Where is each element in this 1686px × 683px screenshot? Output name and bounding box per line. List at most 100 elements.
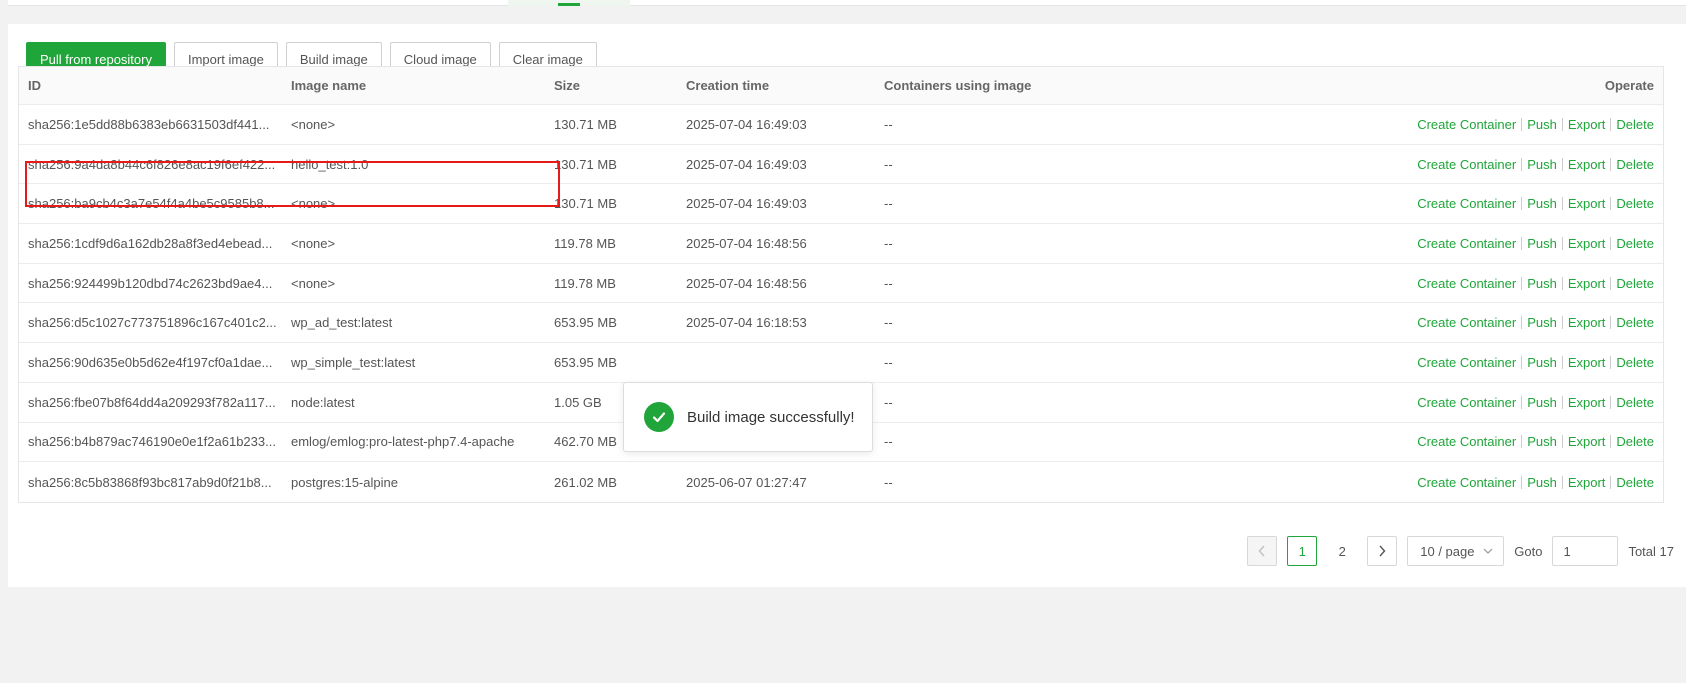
row-actions: Create Container Push Export Delete: [1417, 355, 1654, 370]
push-link[interactable]: Push: [1527, 276, 1557, 291]
push-link[interactable]: Push: [1527, 315, 1557, 330]
create-container-link[interactable]: Create Container: [1417, 395, 1516, 410]
image-size-cell: 653.95 MB: [554, 354, 617, 370]
image-id-cell: sha256:fbe07b8f64dd4a209293f782a117...: [28, 394, 276, 410]
action-divider: [1521, 355, 1523, 369]
export-link[interactable]: Export: [1568, 157, 1606, 172]
table-row: sha256:9a4da8b44c6f826e8ac19f6ef422... he…: [19, 145, 1663, 185]
create-container-link[interactable]: Create Container: [1417, 276, 1516, 291]
export-link[interactable]: Export: [1568, 276, 1606, 291]
create-container-link[interactable]: Create Container: [1417, 315, 1516, 330]
action-divider: [1610, 316, 1612, 330]
push-link[interactable]: Push: [1527, 117, 1557, 132]
next-page-button[interactable]: [1367, 536, 1398, 566]
image-id-cell: sha256:1e5dd88b6383eb6631503df441...: [28, 116, 270, 132]
image-size-cell: 119.78 MB: [554, 275, 616, 291]
creation-time-cell: 2025-07-04 16:49:03: [686, 116, 807, 132]
page-1-button[interactable]: 1: [1287, 536, 1318, 566]
action-divider: [1561, 475, 1563, 489]
create-container-link[interactable]: Create Container: [1417, 355, 1516, 370]
action-divider: [1521, 236, 1523, 250]
containers-cell: --: [884, 315, 893, 331]
delete-link[interactable]: Delete: [1616, 395, 1654, 410]
action-divider: [1610, 157, 1612, 171]
delete-link[interactable]: Delete: [1616, 157, 1654, 172]
page-size-select[interactable]: 10 / page: [1407, 536, 1505, 566]
action-divider: [1561, 157, 1563, 171]
chevron-down-icon: [1483, 548, 1493, 554]
action-divider: [1561, 316, 1563, 330]
action-divider: [1610, 197, 1612, 211]
delete-link[interactable]: Delete: [1616, 434, 1654, 449]
row-actions: Create Container Push Export Delete: [1417, 276, 1654, 291]
goto-page-input[interactable]: [1552, 536, 1619, 566]
operate-cell: Create Container Push Export Delete: [1175, 475, 1663, 490]
export-link[interactable]: Export: [1568, 475, 1606, 490]
action-divider: [1561, 276, 1563, 290]
push-link[interactable]: Push: [1527, 355, 1557, 370]
create-container-link[interactable]: Create Container: [1417, 196, 1516, 211]
containers-cell: --: [884, 156, 893, 172]
header-size: Size: [554, 78, 581, 93]
action-divider: [1610, 395, 1612, 409]
export-link[interactable]: Export: [1568, 196, 1606, 211]
action-divider: [1610, 276, 1612, 290]
delete-link[interactable]: Delete: [1616, 475, 1654, 490]
table-header: ID Image name Size Creation time Contain…: [19, 67, 1663, 105]
image-name-cell: <none>: [291, 116, 336, 132]
table-row: sha256:ba9cb4c3a7e54f4a4be5c9585b8... <no…: [19, 184, 1663, 225]
push-link[interactable]: Push: [1527, 157, 1557, 172]
containers-cell: --: [884, 116, 893, 132]
create-container-link[interactable]: Create Container: [1417, 475, 1516, 490]
header-id: ID: [28, 78, 41, 93]
push-link[interactable]: Push: [1527, 395, 1557, 410]
push-link[interactable]: Push: [1527, 196, 1557, 211]
push-link[interactable]: Push: [1527, 434, 1557, 449]
operate-cell: Create Container Push Export Delete: [1175, 157, 1663, 172]
push-link[interactable]: Push: [1527, 475, 1557, 490]
export-link[interactable]: Export: [1568, 236, 1606, 251]
table-row: sha256:1e5dd88b6383eb6631503df441... <non…: [19, 105, 1663, 145]
push-link[interactable]: Push: [1527, 236, 1557, 251]
containers-cell: --: [884, 434, 893, 450]
create-container-link[interactable]: Create Container: [1417, 117, 1516, 132]
action-divider: [1561, 435, 1563, 449]
operate-cell: Create Container Push Export Delete: [1175, 395, 1663, 410]
delete-link[interactable]: Delete: [1616, 276, 1654, 291]
containers-cell: --: [884, 196, 893, 212]
create-container-link[interactable]: Create Container: [1417, 157, 1516, 172]
delete-link[interactable]: Delete: [1616, 196, 1654, 211]
action-divider: [1610, 236, 1612, 250]
action-divider: [1521, 117, 1523, 131]
success-toast: Build image successfully!: [623, 382, 873, 452]
delete-link[interactable]: Delete: [1616, 117, 1654, 132]
operate-cell: Create Container Push Export Delete: [1175, 196, 1663, 211]
export-link[interactable]: Export: [1568, 355, 1606, 370]
create-container-link[interactable]: Create Container: [1417, 434, 1516, 449]
creation-time-cell: 2025-07-04 16:18:53: [686, 315, 807, 331]
operate-cell: Create Container Push Export Delete: [1175, 355, 1663, 370]
image-size-cell: 261.02 MB: [554, 474, 617, 490]
image-id-cell: sha256:d5c1027c773751896c167c401c2...: [28, 315, 277, 331]
prev-page-button[interactable]: [1247, 536, 1278, 566]
pagination: 1 2 10 / page Goto Total 17: [1247, 536, 1674, 566]
chevron-left-icon: [1258, 545, 1265, 557]
page-2-button[interactable]: 2: [1327, 544, 1357, 559]
delete-link[interactable]: Delete: [1616, 355, 1654, 370]
action-divider: [1561, 395, 1563, 409]
delete-link[interactable]: Delete: [1616, 236, 1654, 251]
export-link[interactable]: Export: [1568, 434, 1606, 449]
export-link[interactable]: Export: [1568, 315, 1606, 330]
create-container-link[interactable]: Create Container: [1417, 236, 1516, 251]
export-link[interactable]: Export: [1568, 395, 1606, 410]
operate-cell: Create Container Push Export Delete: [1175, 315, 1663, 330]
delete-link[interactable]: Delete: [1616, 315, 1654, 330]
image-size-cell: 130.71 MB: [554, 116, 617, 132]
action-divider: [1561, 197, 1563, 211]
image-name-cell: node:latest: [291, 394, 355, 410]
containers-cell: --: [884, 474, 893, 490]
action-divider: [1521, 276, 1523, 290]
table-row: sha256:1cdf9d6a162db28a8f3ed4ebead... <no…: [19, 224, 1663, 264]
row-actions: Create Container Push Export Delete: [1417, 117, 1654, 132]
export-link[interactable]: Export: [1568, 117, 1606, 132]
